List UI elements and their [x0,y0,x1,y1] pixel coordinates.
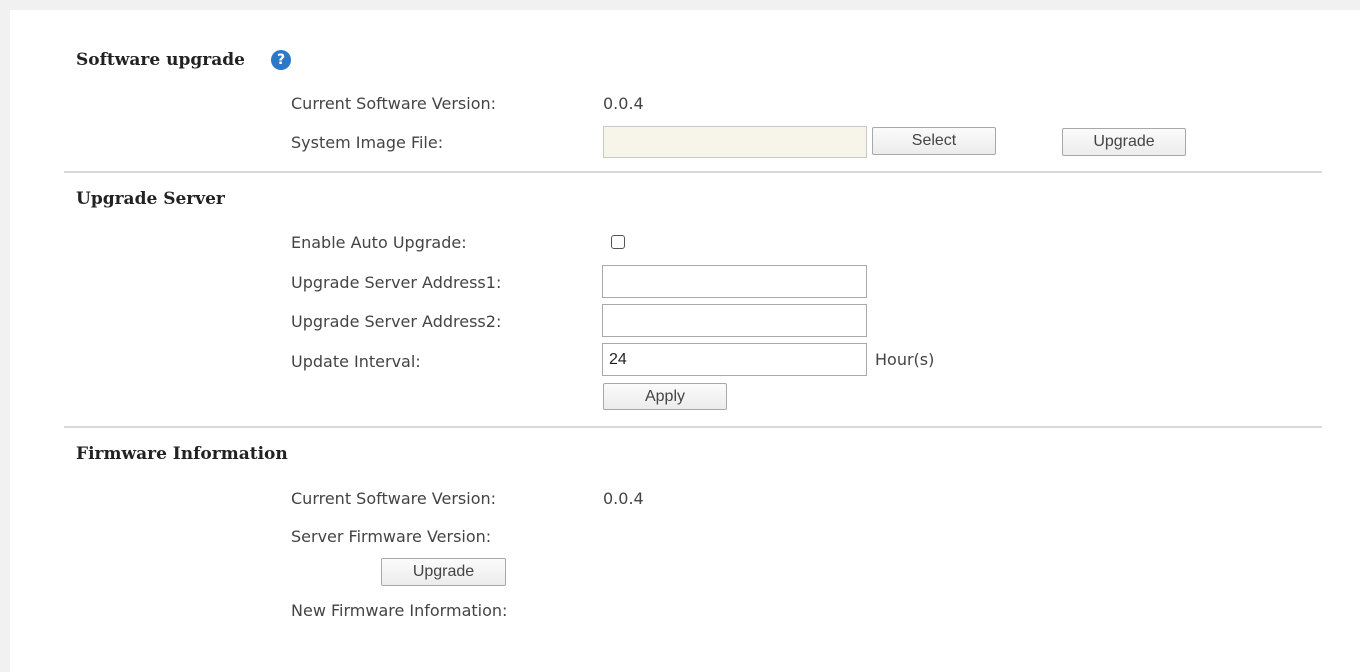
question-circle-icon[interactable]: ? [271,50,291,70]
upgrade-server-address2-input[interactable] [602,304,867,337]
software-upgrade-title: Software upgrade [76,50,245,70]
system-image-file-label: System Image File: [291,133,444,152]
firmware-upgrade-button[interactable]: Upgrade [381,558,506,586]
new-firmware-information-label: New Firmware Information: [291,601,508,620]
select-button[interactable]: Select [872,127,996,155]
upgrade-server-address2-label: Upgrade Server Address2: [291,312,502,331]
upgrade-button[interactable]: Upgrade [1062,128,1186,156]
firmware-current-version-label: Current Software Version: [291,489,497,508]
settings-panel [10,10,1360,672]
apply-button[interactable]: Apply [603,383,727,410]
current-version-value: 0.0.4 [603,94,644,113]
enable-auto-upgrade-label: Enable Auto Upgrade: [291,233,467,252]
firmware-current-version-value: 0.0.4 [603,489,644,508]
current-version-label: Current Software Version: [291,94,497,113]
section-divider [64,426,1322,428]
upgrade-server-address1-label: Upgrade Server Address1: [291,273,502,292]
upgrade-server-title: Upgrade Server [76,189,225,209]
server-firmware-version-label: Server Firmware Version: [291,527,492,546]
update-interval-label: Update Interval: [291,352,421,371]
update-interval-unit: Hour(s) [875,350,935,369]
upgrade-server-address1-input[interactable] [602,265,867,298]
system-image-file-input[interactable] [603,126,867,158]
enable-auto-upgrade-checkbox[interactable] [611,235,625,249]
section-divider [64,171,1322,173]
firmware-information-title: Firmware Information [76,444,288,464]
update-interval-input[interactable]: 24 [602,343,867,376]
